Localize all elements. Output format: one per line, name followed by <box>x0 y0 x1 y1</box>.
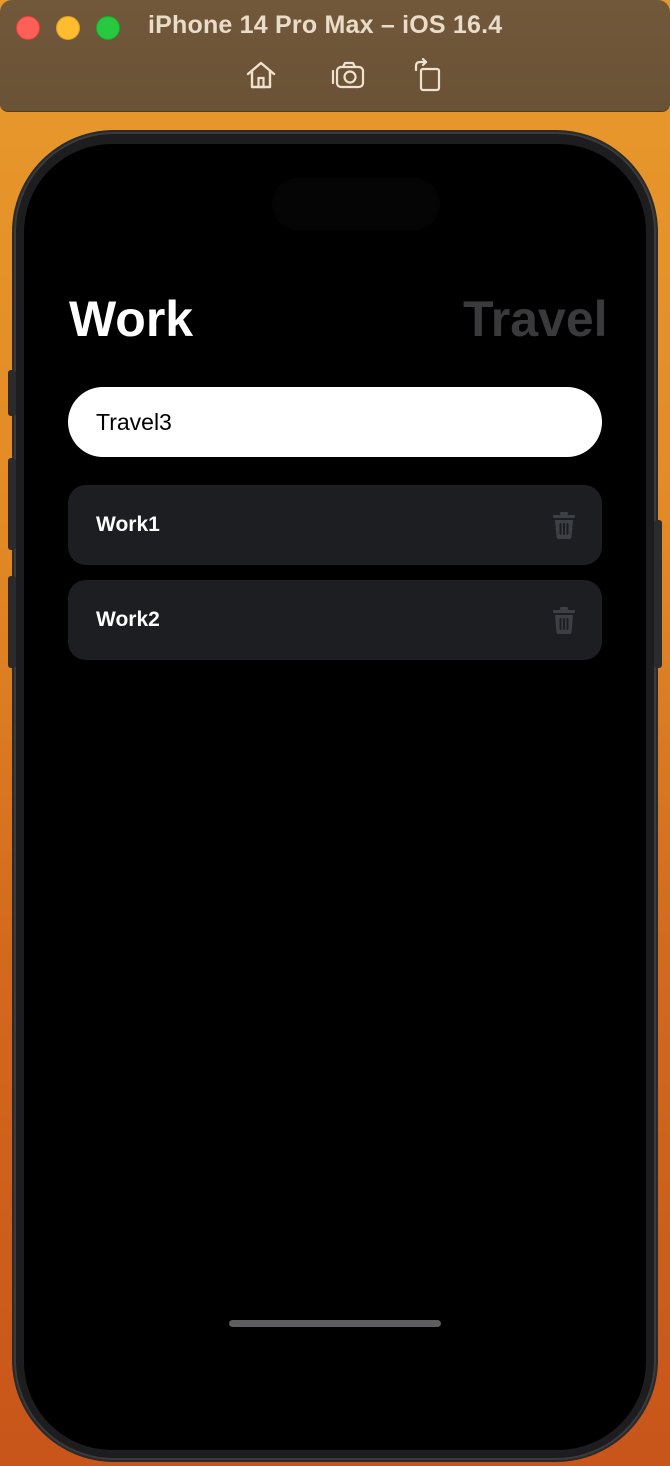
volume-down-button <box>8 576 16 668</box>
todo-input[interactable]: Travel3 <box>68 387 602 457</box>
zoom-window-button[interactable] <box>96 16 120 40</box>
trash-icon[interactable] <box>552 512 576 539</box>
camera-icon[interactable] <box>331 58 367 92</box>
list-item[interactable]: Work1 <box>68 485 602 565</box>
power-button <box>654 520 662 668</box>
tab-travel[interactable]: Travel <box>463 294 608 344</box>
minimize-window-button[interactable] <box>56 16 80 40</box>
tab-work[interactable]: Work <box>69 294 193 344</box>
action-button <box>8 370 16 416</box>
list-item-label: Work1 <box>96 513 160 536</box>
home-icon[interactable] <box>243 58 279 92</box>
dynamic-island <box>272 178 440 230</box>
trash-icon[interactable] <box>552 607 576 634</box>
home-indicator[interactable] <box>229 1320 441 1327</box>
list-item-label: Work2 <box>96 608 160 631</box>
simulator-title-bar: iPhone 14 Pro Max – iOS 16.4 <box>0 0 670 112</box>
window-title: iPhone 14 Pro Max – iOS 16.4 <box>148 11 503 39</box>
close-window-button[interactable] <box>16 16 40 40</box>
list-item[interactable]: Work2 <box>68 580 602 660</box>
rotate-icon[interactable] <box>410 58 446 92</box>
volume-up-button <box>8 458 16 550</box>
todo-input-value: Travel3 <box>96 408 172 435</box>
phone-screen: Work Travel Travel3 Work1 Work2 <box>24 144 646 1450</box>
